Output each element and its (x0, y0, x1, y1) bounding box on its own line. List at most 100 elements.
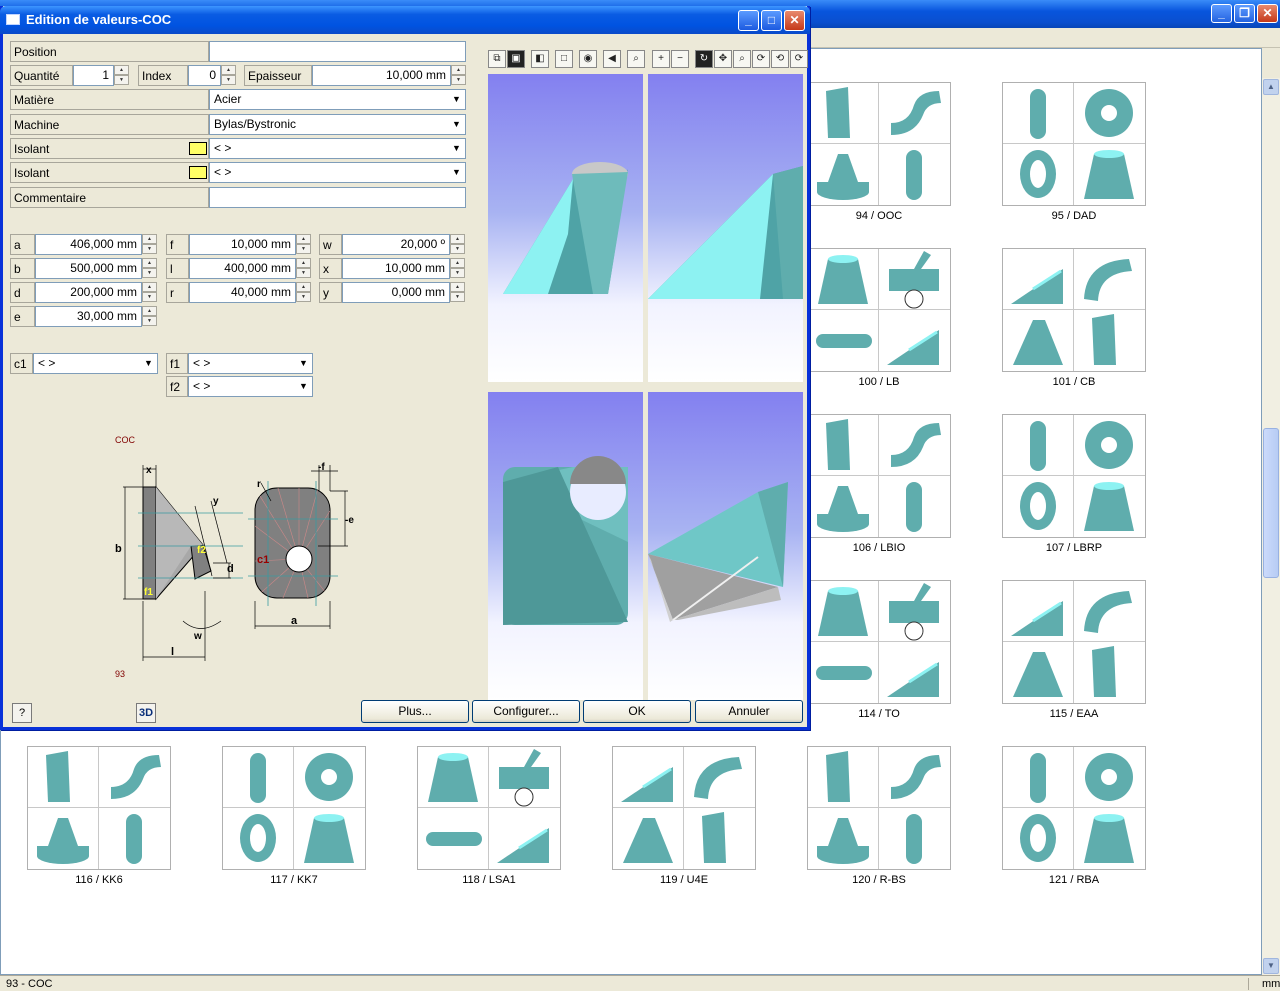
zoom-in-icon[interactable]: + (652, 50, 670, 68)
main-minimize-button[interactable]: _ (1211, 4, 1232, 23)
minimize-button[interactable]: _ (738, 10, 759, 31)
isolant2-select[interactable]: < > (209, 162, 466, 183)
scroll-down-arrow-icon[interactable]: ▼ (1263, 958, 1279, 974)
param-e-spinner[interactable]: ▲ ▼ (142, 306, 157, 327)
gallery-item-caption: 101 / CB (1052, 376, 1096, 388)
help-button[interactable]: ? (12, 703, 32, 723)
matiere-select[interactable]: Acier (209, 89, 466, 110)
rotate-z-icon[interactable]: ⟳ (790, 50, 808, 68)
param-l-input[interactable]: 400,000 mm (189, 258, 296, 279)
gallery-item[interactable]: 117 / KK7 (222, 746, 366, 892)
param-d-spinner[interactable]: ▲ ▼ (142, 282, 157, 303)
diagram-number: 93 (115, 669, 126, 679)
index-input[interactable]: 0 (188, 65, 221, 86)
param-w-input[interactable]: 20,000 º (342, 234, 450, 255)
rotate-icon[interactable]: ↻ (695, 50, 713, 68)
epaisseur-input[interactable]: 10,000 mm (312, 65, 451, 86)
param-f-spinner[interactable]: ▲ ▼ (296, 234, 311, 255)
gallery-item[interactable]: 114 / TO (807, 580, 951, 726)
configurer-button[interactable]: Configurer... (472, 700, 580, 723)
epaisseur-spinner[interactable]: ▲ ▼ (451, 65, 466, 86)
diagram-label-f2: f2 (197, 545, 206, 556)
gallery-item[interactable]: 94 / OOC (807, 82, 951, 228)
param-r-spinner[interactable]: ▲ ▼ (296, 282, 311, 303)
param-f-input[interactable]: 10,000 mm (189, 234, 296, 255)
rotate-y-icon[interactable]: ⟲ (771, 50, 789, 68)
gallery-item[interactable]: 118 / LSA1 (417, 746, 561, 892)
param-y-spinner[interactable]: ▲ ▼ (450, 282, 465, 303)
main-close-button[interactable]: ✕ (1257, 4, 1278, 23)
quantite-spinner[interactable]: ▲ ▼ (114, 65, 129, 86)
wireframe-icon[interactable]: □ (555, 50, 573, 68)
view-3d-button[interactable]: 3D (136, 703, 156, 723)
gallery-item[interactable]: 116 / KK6 (27, 746, 171, 892)
param-y-input[interactable]: 0,000 mm (342, 282, 450, 303)
isolant1-dropdown-icon[interactable]: ▼ (448, 139, 465, 158)
param-w-spinner[interactable]: ▲ ▼ (450, 234, 465, 255)
zoom-icon[interactable]: ⌕ (733, 50, 751, 68)
f2-dropdown-icon[interactable]: ▼ (295, 377, 312, 396)
scroll-thumb[interactable] (1263, 428, 1279, 578)
param-a-spinner[interactable]: ▲ ▼ (142, 234, 157, 255)
gallery-item-caption: 106 / LBIO (852, 542, 906, 554)
3d-view-top-left[interactable] (488, 74, 643, 382)
param-x-spinner[interactable]: ▲ ▼ (450, 258, 465, 279)
maximize-button[interactable]: □ (761, 10, 782, 31)
3d-view-bottom-left[interactable] (488, 392, 643, 700)
gallery-thumbnail-view (879, 310, 950, 371)
3d-view-top-right[interactable] (648, 74, 803, 382)
param-x-input[interactable]: 10,000 mm (342, 258, 450, 279)
machine-dropdown-icon[interactable]: ▼ (448, 115, 465, 134)
gallery-item[interactable]: 95 / DAD (1002, 82, 1146, 228)
position-input[interactable] (209, 41, 466, 62)
param-a-input[interactable]: 406,000 mm (35, 234, 142, 255)
pan-icon[interactable]: ✥ (714, 50, 732, 68)
commentaire-input[interactable] (209, 187, 466, 208)
gallery-item[interactable]: 107 / LBRP (1002, 414, 1146, 560)
param-b-input[interactable]: 500,000 mm (35, 258, 142, 279)
matiere-dropdown-icon[interactable]: ▼ (448, 90, 465, 109)
c1-dropdown-icon[interactable]: ▼ (140, 354, 157, 373)
index-spinner[interactable]: ▲ ▼ (221, 65, 236, 86)
gallery-scrollbar[interactable]: ▲ ▼ (1262, 78, 1280, 975)
zoom-out-icon[interactable]: − (671, 50, 689, 68)
quantite-input[interactable]: 1 (73, 65, 114, 86)
param-l-spinner[interactable]: ▲ ▼ (296, 258, 311, 279)
param-b-spinner[interactable]: ▲ ▼ (142, 258, 157, 279)
multi-view-icon[interactable]: ▣ (507, 50, 525, 68)
gallery-item[interactable]: 119 / U4E (612, 746, 756, 892)
window-icon (6, 14, 20, 25)
gallery-item[interactable]: 100 / LB (807, 248, 951, 394)
annuler-button[interactable]: Annuler (695, 700, 803, 723)
material-icon[interactable]: ◉ (579, 50, 597, 68)
main-restore-button[interactable]: ❐ (1234, 4, 1255, 23)
gallery-thumbnail-grid (1002, 580, 1146, 704)
sound-icon[interactable]: ◀ (603, 50, 621, 68)
ok-button[interactable]: OK (583, 700, 691, 723)
gallery-item[interactable]: 115 / EAA (1002, 580, 1146, 726)
diagram-code: COC (115, 435, 135, 445)
gallery-thumbnail-view (1003, 747, 1074, 808)
magnifier-icon[interactable]: ⌕ (627, 50, 645, 68)
gallery-thumbnail-view (879, 808, 950, 869)
machine-select[interactable]: Bylas/Bystronic (209, 114, 466, 135)
gallery-item[interactable]: 120 / R-BS (807, 746, 951, 892)
gallery-item[interactable]: 106 / LBIO (807, 414, 951, 560)
param-d-input[interactable]: 200,000 mm (35, 282, 142, 303)
scroll-up-arrow-icon[interactable]: ▲ (1263, 79, 1279, 95)
param-r-input[interactable]: 40,000 mm (189, 282, 296, 303)
gallery-item[interactable]: 121 / RBA (1002, 746, 1146, 892)
param-e-input[interactable]: 30,000 mm (35, 306, 142, 327)
edit-values-dialog: Edition de valeurs-COC _ □ ✕ Position Qu… (0, 6, 810, 730)
solid-view-icon[interactable]: ◧ (531, 50, 549, 68)
gallery-item[interactable]: 101 / CB (1002, 248, 1146, 394)
plus-button[interactable]: Plus... (361, 700, 469, 723)
f1-dropdown-icon[interactable]: ▼ (295, 354, 312, 373)
3d-view-bottom-right[interactable] (648, 392, 803, 700)
rotate-x-icon[interactable]: ⟳ (752, 50, 770, 68)
single-view-icon[interactable]: ⧉ (488, 50, 506, 68)
isolant1-select[interactable]: < > (209, 138, 466, 159)
close-button[interactable]: ✕ (784, 10, 805, 31)
gallery-thumbnail-view (879, 476, 950, 537)
isolant2-dropdown-icon[interactable]: ▼ (448, 163, 465, 182)
